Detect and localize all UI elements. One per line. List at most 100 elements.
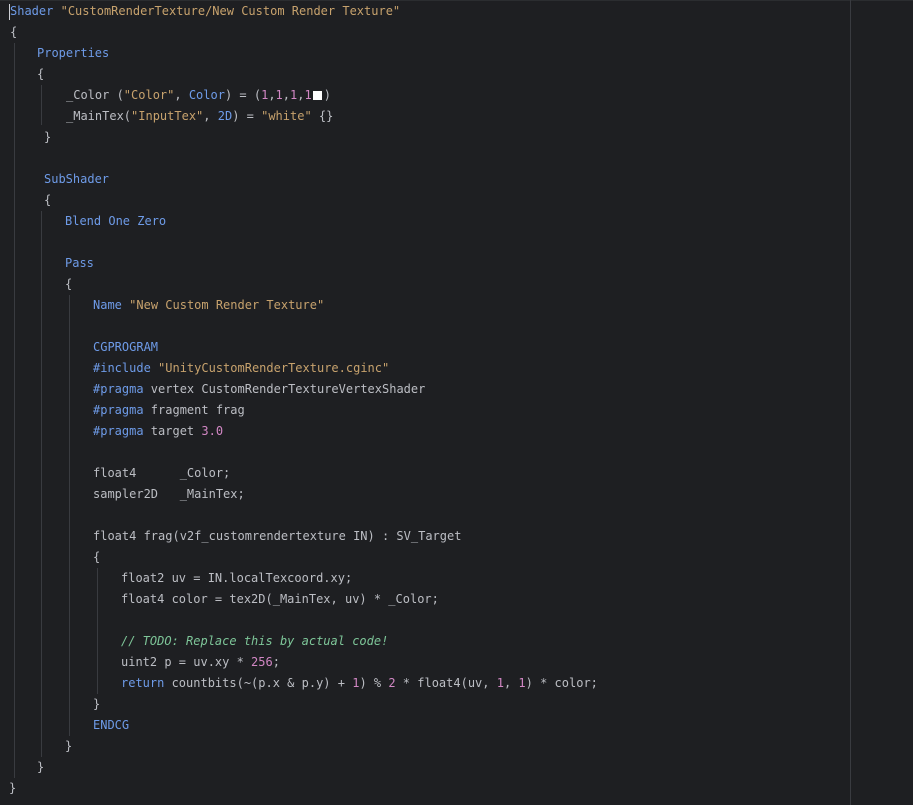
number: 1	[304, 88, 312, 102]
brace-close: }	[9, 781, 17, 795]
code-line-19[interactable]: #pragma vertex CustomRenderTextureVertex…	[93, 379, 425, 400]
return-expr: ) %	[359, 676, 389, 690]
separator: ,	[174, 88, 189, 102]
code-line-27[interactable]: {	[93, 547, 100, 568]
number: 256	[251, 655, 273, 669]
code-line-17[interactable]: CGPROGRAM	[93, 337, 158, 358]
code-line-14[interactable]: {	[65, 274, 72, 295]
keyword-endcg: ENDCG	[93, 718, 130, 732]
separator: ,	[203, 109, 218, 123]
brace-open: {	[37, 67, 45, 81]
keyword-pass: Pass	[65, 256, 94, 270]
decl-maintex: sampler2D _MainTex;	[93, 487, 245, 501]
code-line-33[interactable]: return countbits(~(p.x & p.y) + 1 ) % 2 *…	[121, 673, 598, 694]
keyword-subshader: SubShader	[44, 172, 110, 186]
equals: ) = (	[224, 88, 262, 102]
shader-name-string: "CustomRenderTexture/New Custom Render T…	[60, 4, 401, 18]
equals: ) =	[232, 109, 262, 123]
code-line-11[interactable]: Blend One Zero	[65, 211, 166, 232]
comma: ,	[268, 88, 276, 102]
indent-guide	[41, 211, 42, 757]
code-line-38[interactable]: }	[9, 778, 16, 799]
color-swatch-icon[interactable]	[312, 91, 322, 100]
pragma-target: target	[143, 424, 202, 438]
keyword-properties: Properties	[37, 46, 110, 60]
include-file-string: "UnityCustomRenderTexture.cginc"	[158, 361, 390, 375]
uv-assignment: float2 uv = IN.localTexcoord.xy;	[121, 571, 353, 585]
brace-open: {	[10, 25, 18, 39]
semicolon: ;	[272, 655, 280, 669]
code-line-7[interactable]: }	[44, 127, 51, 148]
code-line-6[interactable]: _MainTex("InputTex", 2D) = "white" {}	[66, 106, 333, 127]
keyword-name: Name	[93, 298, 122, 312]
right-margin-guide	[850, 0, 851, 805]
blend-statement: Blend One Zero	[65, 214, 167, 228]
pragma-fragment: fragment frag	[143, 403, 245, 417]
property-type: 2D	[217, 109, 233, 123]
code-line-23[interactable]: float4 _Color;	[93, 463, 230, 484]
property-string: "InputTex"	[131, 109, 204, 123]
return-expr: * float4(uv,	[395, 676, 497, 690]
code-line-37[interactable]: }	[37, 757, 44, 778]
pragma-vertex: vertex CustomRenderTextureVertexShader	[143, 382, 426, 396]
indent-guide	[69, 295, 70, 736]
code-line-1[interactable]: Shader "CustomRenderTexture/New Custom R…	[10, 1, 400, 22]
code-line-31[interactable]: // TODO: Replace this by actual code!	[121, 631, 388, 652]
default-string: "white"	[261, 109, 312, 123]
code-line-32[interactable]: uint2 p = uv.xy * 256;	[121, 652, 280, 673]
keyword-cgprogram: CGPROGRAM	[93, 340, 159, 354]
code-line-5[interactable]: _Color ("Color", Color) = (1,1,1,1)	[66, 85, 331, 106]
brace-close: }	[93, 697, 101, 711]
number: 1	[518, 676, 526, 690]
property-type: Color	[188, 88, 225, 102]
code-line-36[interactable]: }	[65, 736, 72, 757]
code-line-4[interactable]: {	[37, 64, 44, 85]
return-expr: countbits(~(p.x & p.y) +	[164, 676, 353, 690]
directive-pragma: #pragma	[93, 424, 144, 438]
indent-guide	[14, 43, 15, 778]
todo-comment: // TODO: Replace this by actual code!	[121, 634, 389, 648]
code-line-28[interactable]: float2 uv = IN.localTexcoord.xy;	[121, 568, 352, 589]
frag-signature: float4 frag(v2f_customrendertexture IN) …	[93, 529, 462, 543]
directive-pragma: #pragma	[93, 403, 144, 417]
property-string: "Color"	[123, 88, 175, 102]
pass-name-string: "New Custom Render Texture"	[129, 298, 325, 312]
code-line-24[interactable]: sampler2D _MainTex;	[93, 484, 245, 505]
code-editor[interactable]: Shader "CustomRenderTexture/New Custom R…	[0, 0, 913, 805]
paren-close: )	[323, 88, 331, 102]
return-expr: ) * color;	[525, 676, 598, 690]
code-line-9[interactable]: SubShader	[44, 169, 109, 190]
code-line-18[interactable]: #include "UnityCustomRenderTexture.cginc…	[93, 358, 389, 379]
code-line-2[interactable]: {	[10, 22, 17, 43]
code-line-10[interactable]: {	[44, 190, 51, 211]
code-line-29[interactable]: float4 color = tex2D(_MainTex, uv) * _Co…	[121, 589, 439, 610]
keyword-shader: Shader	[10, 4, 54, 18]
comma: ,	[282, 88, 291, 102]
property-maintex: _MainTex(	[66, 109, 132, 123]
code-line-26[interactable]: float4 frag(v2f_customrendertexture IN) …	[93, 526, 461, 547]
brace-open: {	[44, 193, 52, 207]
property-color: _Color (	[66, 88, 124, 102]
brace-open: {	[93, 550, 101, 564]
number: 3.0	[201, 424, 224, 438]
p-assignment: uint2 p = uv.xy *	[121, 655, 252, 669]
code-line-15[interactable]: Name "New Custom Render Texture"	[93, 295, 324, 316]
code-line-35[interactable]: ENDCG	[93, 715, 129, 736]
number: 2	[388, 676, 396, 690]
code-line-3[interactable]: Properties	[37, 43, 109, 64]
indent-guide	[97, 568, 98, 694]
return-expr: ,	[503, 676, 519, 690]
code-line-13[interactable]: Pass	[65, 253, 94, 274]
empty-braces: {}	[311, 109, 334, 123]
code-line-20[interactable]: #pragma fragment frag	[93, 400, 245, 421]
brace-close: }	[65, 739, 73, 753]
code-line-34[interactable]: }	[93, 694, 100, 715]
number: 1	[275, 88, 283, 102]
directive-include: #include	[93, 361, 151, 375]
keyword-return: return	[121, 676, 165, 690]
indent-guide	[41, 85, 42, 125]
code-line-21[interactable]: #pragma target 3.0	[93, 421, 223, 442]
brace-open: {	[65, 277, 73, 291]
brace-close: }	[37, 760, 45, 774]
directive-pragma: #pragma	[93, 382, 144, 396]
